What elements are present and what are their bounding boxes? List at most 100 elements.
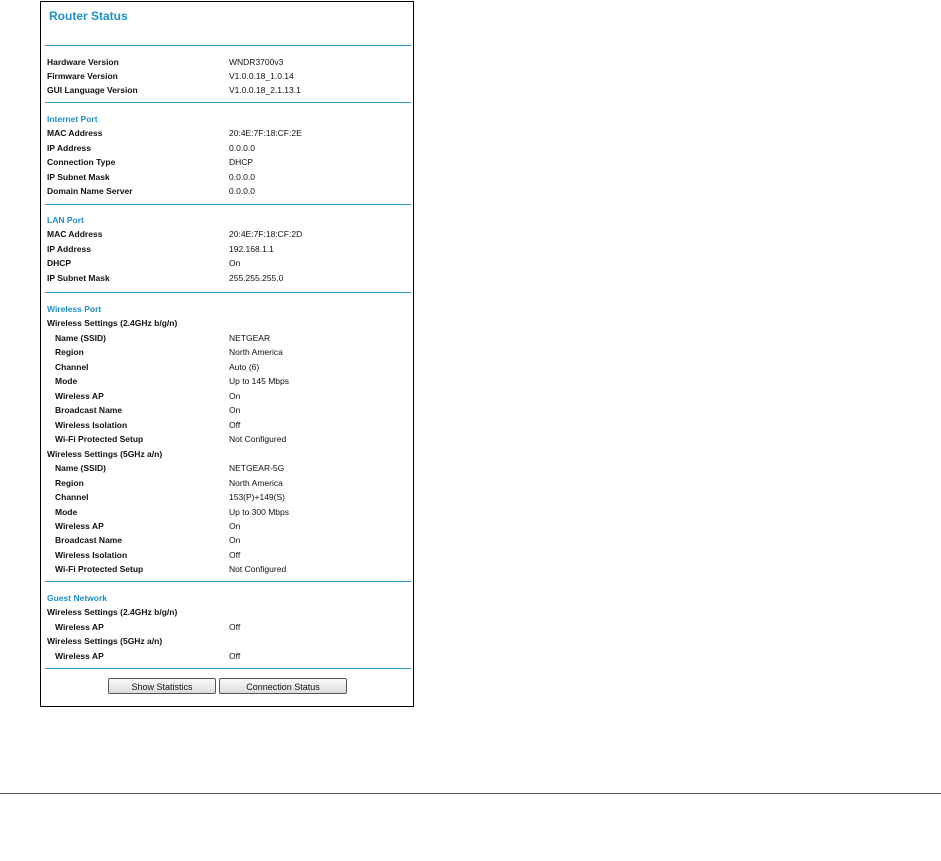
section-divider (45, 292, 411, 293)
wireless-5-isolation-row: Wireless Isolation Off (41, 548, 413, 562)
internet-port-heading: Internet Port (47, 114, 98, 124)
lan-subnet-row: IP Subnet Mask 255.255.255.0 (41, 271, 413, 285)
row-label: IP Subnet Mask (47, 172, 110, 182)
row-value: 255.255.255.0 (229, 273, 284, 283)
section-divider (45, 204, 411, 205)
wireless-5-region-row: Region North America (41, 476, 413, 490)
row-label: Broadcast Name (55, 405, 123, 415)
row-value: Up to 145 Mbps (229, 376, 290, 386)
row-value: On (229, 521, 241, 531)
guest-network-heading: Guest Network (47, 593, 107, 603)
lan-ip-row: IP Address 192.168.1.1 (41, 242, 413, 256)
guest-24-ap-row: Wireless AP Off (41, 620, 413, 634)
row-label: Wireless AP (55, 521, 104, 531)
row-value: Up to 300 Mbps (229, 507, 290, 517)
wireless-5-broadcast-row: Broadcast Name On (41, 533, 413, 547)
show-statistics-button[interactable]: Show Statistics (108, 678, 216, 694)
guest-5ghz-heading: Wireless Settings (5GHz a/n) (47, 636, 163, 646)
row-value: 20:4E:7F:18:CF:2D (229, 229, 303, 239)
row-label: Wireless Isolation (55, 550, 128, 560)
row-value: Off (229, 622, 241, 632)
row-label: Mode (55, 507, 78, 517)
row-label: IP Address (47, 143, 91, 153)
internet-ip-row: IP Address 0.0.0.0 (41, 141, 413, 155)
page-title: Router Status (49, 9, 128, 23)
wireless-24-channel-row: Channel Auto (6) (41, 360, 413, 374)
wireless-24-mode-row: Mode Up to 145 Mbps (41, 374, 413, 388)
wireless-24-ssid-row: Name (SSID) NETGEAR (41, 331, 413, 345)
row-label: Wireless Isolation (55, 420, 128, 430)
section-divider (45, 45, 411, 46)
row-value: Off (229, 550, 241, 560)
firmware-version-row: Firmware Version V1.0.0.18_1.0.14 (41, 69, 413, 83)
wireless-5-ssid-row: Name (SSID) NETGEAR-5G (41, 461, 413, 475)
wireless-port-heading: Wireless Port (47, 304, 102, 314)
hardware-version-row: Hardware Version WNDR3700v3 (41, 55, 413, 69)
row-value: 20:4E:7F:18:CF:2E (229, 128, 302, 138)
page-footer-divider (0, 793, 941, 794)
row-label: Wireless AP (55, 391, 104, 401)
row-value: Not Configured (229, 434, 287, 444)
row-label: Channel (55, 492, 89, 502)
row-label: Channel (55, 362, 89, 372)
row-label: MAC Address (47, 128, 103, 138)
row-label: IP Address (47, 244, 91, 254)
row-label: Name (SSID) (55, 333, 107, 343)
wireless-24-ap-row: Wireless AP On (41, 389, 413, 403)
row-value: WNDR3700v3 (229, 57, 284, 67)
row-label: Region (55, 347, 84, 357)
guest-5-ap-row: Wireless AP Off (41, 649, 413, 663)
internet-connection-type-row: Connection Type DHCP (41, 155, 413, 169)
row-value: North America (229, 347, 283, 357)
row-label: GUI Language Version (47, 85, 138, 95)
lan-dhcp-row: DHCP On (41, 256, 413, 270)
row-label: Wireless AP (55, 651, 104, 661)
wireless-24-region-row: Region North America (41, 345, 413, 359)
section-divider (45, 102, 411, 103)
row-value: Not Configured (229, 564, 287, 574)
wireless-5-ap-row: Wireless AP On (41, 519, 413, 533)
internet-subnet-row: IP Subnet Mask 0.0.0.0 (41, 170, 413, 184)
row-label: Firmware Version (47, 71, 118, 81)
wireless-5-mode-row: Mode Up to 300 Mbps (41, 505, 413, 519)
row-label: DHCP (47, 258, 72, 268)
internet-dns-row: Domain Name Server 0.0.0.0 (41, 184, 413, 198)
row-label: Region (55, 478, 84, 488)
row-label: IP Subnet Mask (47, 273, 110, 283)
row-value: 0.0.0.0 (229, 172, 255, 182)
guest-24ghz-heading: Wireless Settings (2.4GHz b/g/n) (47, 607, 178, 617)
row-label: Wireless AP (55, 622, 104, 632)
row-label: Name (SSID) (55, 463, 107, 473)
row-label: Hardware Version (47, 57, 119, 67)
gui-language-version-row: GUI Language Version V1.0.0.18_2.1.13.1 (41, 83, 413, 97)
row-label: Domain Name Server (47, 186, 133, 196)
row-value: On (229, 535, 241, 545)
row-label: Broadcast Name (55, 535, 123, 545)
internet-mac-row: MAC Address 20:4E:7F:18:CF:2E (41, 126, 413, 140)
row-label: Mode (55, 376, 78, 386)
row-value: On (229, 258, 241, 268)
wireless-24-wps-row: Wi-Fi Protected Setup Not Configured (41, 432, 413, 446)
row-value: 153(P)+149(S) (229, 492, 285, 502)
connection-status-button[interactable]: Connection Status (219, 678, 347, 694)
lan-port-heading: LAN Port (47, 215, 84, 225)
wireless-5-channel-row: Channel 153(P)+149(S) (41, 490, 413, 504)
row-value: V1.0.0.18_1.0.14 (229, 71, 294, 81)
row-value: 0.0.0.0 (229, 186, 255, 196)
row-value: NETGEAR (229, 333, 271, 343)
lan-mac-row: MAC Address 20:4E:7F:18:CF:2D (41, 227, 413, 241)
row-value: DHCP (229, 157, 254, 167)
row-value: North America (229, 478, 283, 488)
row-label: Wi-Fi Protected Setup (55, 434, 144, 444)
section-divider (45, 581, 411, 582)
row-value: V1.0.0.18_2.1.13.1 (229, 85, 301, 95)
row-value: On (229, 405, 241, 415)
row-value: 0.0.0.0 (229, 143, 255, 153)
section-divider (45, 668, 411, 669)
row-value: Off (229, 420, 241, 430)
row-value: NETGEAR-5G (229, 463, 285, 473)
row-label: MAC Address (47, 229, 103, 239)
row-label: Connection Type (47, 157, 116, 167)
row-value: On (229, 391, 241, 401)
row-value: Auto (6) (229, 362, 260, 372)
